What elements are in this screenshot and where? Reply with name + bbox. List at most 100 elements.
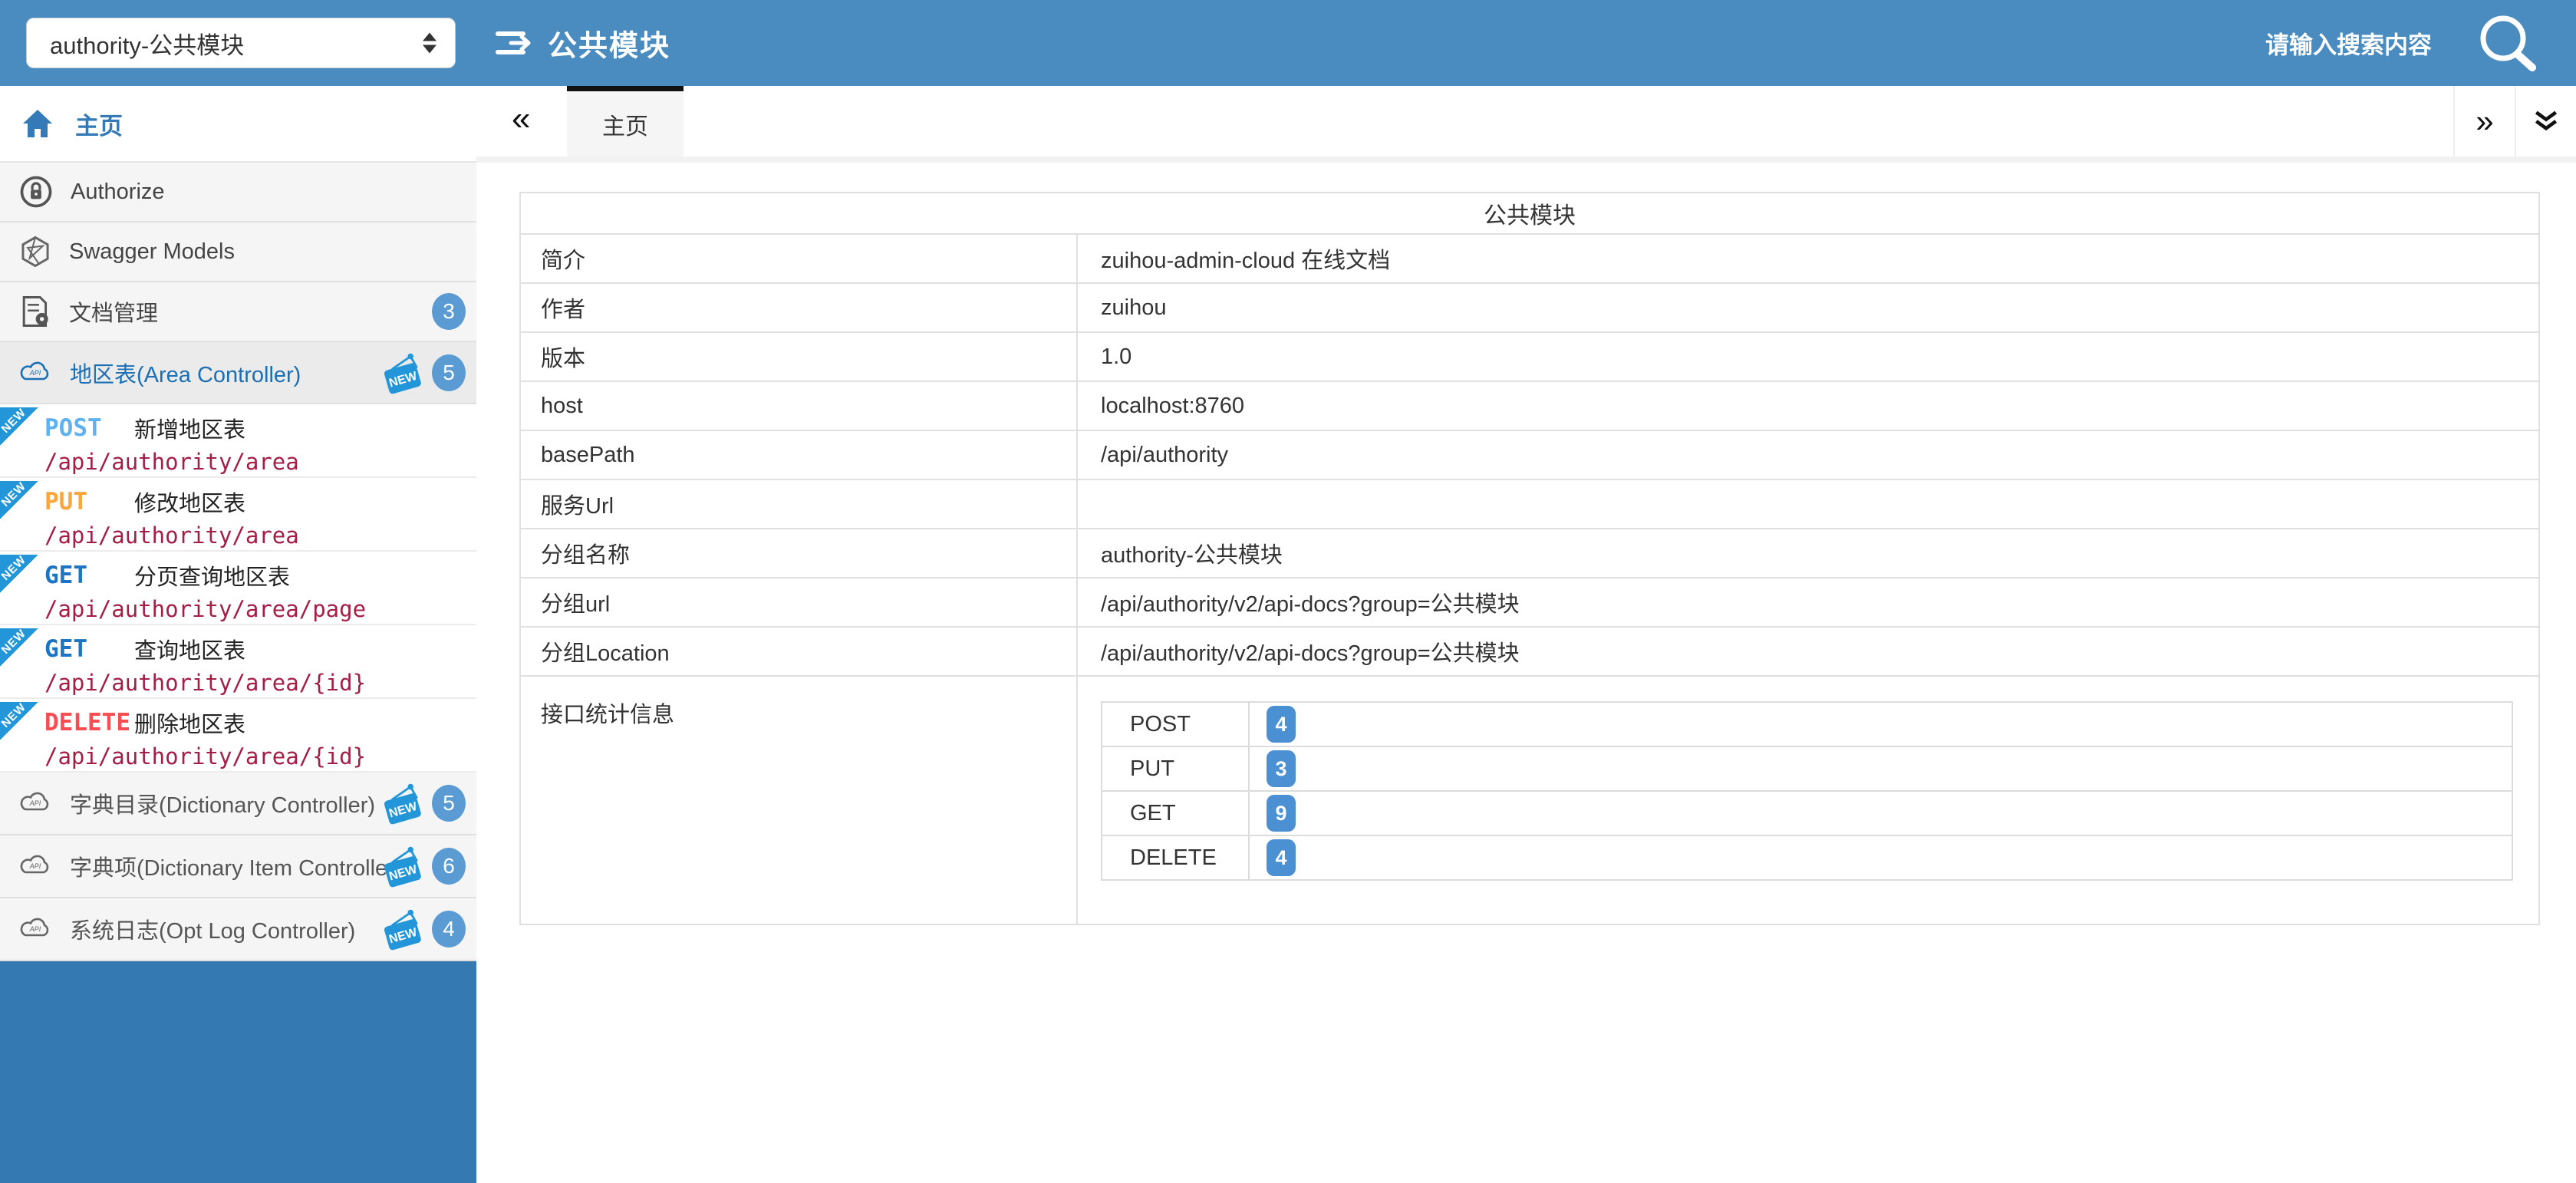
stat-count-badge: 4 [1267, 839, 1296, 876]
api-name: 新增地区表 [134, 412, 245, 444]
api-path: /api/authority/area/{id} [44, 743, 476, 769]
tabs-scroll-right-button[interactable]: » [2453, 86, 2515, 157]
new-sign-badge: NEW [380, 782, 424, 825]
main-content: 公共模块 简介zuihou-admin-cloud 在线文档 作者zuihou … [476, 163, 2576, 1183]
double-chevron-down-icon [2533, 110, 2559, 133]
sidebar-item-authorize[interactable]: Authorize [0, 163, 476, 222]
svg-text:API: API [29, 369, 41, 377]
api-path: /api/authority/area [44, 449, 476, 475]
controller-count-badge: 5 [432, 785, 466, 822]
table-row: 分组Location/api/authority/v2/api-docs?gro… [520, 627, 2539, 676]
search-icon[interactable] [2464, 11, 2548, 75]
sidebar-item-label: 文档管理 [69, 295, 158, 328]
table-row-stats: 接口统计信息 POST 4 PUT 3 GET 9 [520, 676, 2539, 924]
tab-bar: « 主页 » [476, 86, 2576, 163]
sidebar-item-swagger-models[interactable]: Swagger Models [0, 222, 476, 282]
table-row: 简介zuihou-admin-cloud 在线文档 [520, 234, 2539, 283]
top-header-bar: authority-公共模块 公共模块 请输入搜索内容 [0, 0, 2576, 86]
controller-label: 地区表(Area Controller) [70, 357, 301, 389]
new-ribbon-icon: NEW [0, 702, 38, 740]
new-ribbon-icon: NEW [0, 481, 38, 519]
api-path: /api/authority/area/{id} [44, 670, 476, 696]
api-cloud-icon: API [19, 854, 53, 878]
stats-row: DELETE 4 [1102, 835, 2512, 880]
sidebar-item-label: Swagger Models [69, 239, 235, 265]
home-icon [21, 108, 54, 139]
sidebar-item-doc-manage[interactable]: 文档管理 3 [0, 282, 476, 342]
swagger-bootstrap-ui: authority-公共模块 公共模块 请输入搜索内容 主页 [0, 0, 2576, 1183]
group-select[interactable]: authority-公共模块 [26, 18, 456, 68]
doc-gear-icon [20, 295, 51, 328]
new-ribbon-icon: NEW [0, 555, 38, 593]
doc-manage-count-badge: 3 [432, 293, 466, 330]
api-item-delete-area-id[interactable]: NEW DELETE 删除地区表 /api/authority/area/{id… [0, 699, 476, 773]
api-item-post-area[interactable]: NEW POST 新增地区表 /api/authority/area [0, 404, 476, 478]
api-name: 分页查询地区表 [134, 559, 290, 592]
table-row: 分组url/api/authority/v2/api-docs?group=公共… [520, 578, 2539, 627]
new-sign-badge: NEW [380, 351, 424, 394]
table-row: 服务Url [520, 479, 2539, 529]
stats-row: POST 4 [1102, 702, 2512, 746]
module-info-table: 公共模块 简介zuihou-admin-cloud 在线文档 作者zuihou … [519, 192, 2540, 925]
new-sign-badge: NEW [380, 845, 424, 888]
page-title: 公共模块 [548, 22, 670, 64]
api-cloud-icon: API [19, 361, 53, 385]
api-item-put-area[interactable]: NEW PUT 修改地区表 /api/authority/area [0, 478, 476, 552]
hexagon-icon [20, 236, 51, 268]
api-name: 修改地区表 [134, 486, 245, 518]
sidebar-item-label: 主页 [75, 107, 123, 141]
search-placeholder-text[interactable]: 请输入搜索内容 [2265, 26, 2432, 61]
controller-count-badge: 4 [432, 911, 466, 947]
table-row: basePath/api/authority [520, 430, 2539, 479]
stat-count-badge: 4 [1267, 706, 1296, 743]
controller-label: 系统日志(Opt Log Controller) [70, 913, 355, 945]
new-ribbon-icon: NEW [0, 628, 38, 667]
api-list: NEW POST 新增地区表 /api/authority/area NEW P… [0, 404, 476, 773]
table-row: 分组名称authority-公共模块 [520, 529, 2539, 578]
api-item-get-area-id[interactable]: NEW GET 查询地区表 /api/authority/area/{id} [0, 625, 476, 699]
api-name: 删除地区表 [134, 707, 245, 739]
api-method: POST [44, 414, 134, 442]
controller-count-badge: 6 [432, 848, 466, 885]
select-arrows-icon [423, 33, 436, 54]
api-name: 查询地区表 [134, 633, 245, 665]
svg-text:API: API [29, 862, 41, 870]
tab-home[interactable]: 主页 [567, 86, 684, 157]
sidebar-controller-dictionary-item[interactable]: API 字典项(Dictionary Item Controller) NEW … [0, 835, 476, 898]
sidebar-item-home[interactable]: 主页 [0, 86, 476, 163]
sidebar-controller-area[interactable]: API 地区表(Area Controller) NEW 5 [0, 342, 476, 404]
sidebar-controller-dictionary[interactable]: API 字典目录(Dictionary Controller) NEW 5 [0, 773, 476, 835]
sidebar: 主页 Authorize Swagger Models [0, 86, 476, 1183]
controller-label: 字典项(Dictionary Item Controller) [70, 850, 402, 882]
tabs-scroll-left-button[interactable]: « [512, 100, 530, 138]
api-path: /api/authority/area/page [44, 596, 476, 622]
new-sign-badge: NEW [380, 908, 424, 951]
sidebar-item-label: Authorize [71, 180, 165, 205]
api-cloud-icon: API [19, 917, 53, 941]
stat-count-badge: 3 [1267, 750, 1296, 787]
api-cloud-icon: API [19, 791, 53, 816]
svg-text:API: API [29, 799, 41, 807]
module-title: 公共模块 [520, 193, 2539, 234]
api-method: PUT [44, 488, 134, 516]
controller-count-badge: 5 [432, 354, 466, 391]
api-item-get-area-page[interactable]: NEW GET 分页查询地区表 /api/authority/area/page [0, 552, 476, 625]
lock-icon [20, 176, 52, 208]
stats-row: GET 9 [1102, 791, 2512, 835]
api-method: DELETE [44, 709, 134, 736]
api-method: GET [44, 562, 134, 589]
table-row: 作者zuihou [520, 283, 2539, 332]
stat-count-badge: 9 [1267, 795, 1296, 832]
group-select-value: authority-公共模块 [50, 26, 244, 61]
new-ribbon-icon: NEW [0, 407, 38, 446]
svg-text:API: API [29, 925, 41, 933]
api-method: GET [44, 635, 134, 663]
table-row: 版本1.0 [520, 332, 2539, 381]
api-path: /api/authority/area [44, 522, 476, 549]
tabs-menu-button[interactable] [2515, 86, 2576, 157]
api-stats-table: POST 4 PUT 3 GET 9 DELETE [1101, 701, 2513, 881]
stats-label: 接口统计信息 [520, 676, 1077, 924]
menu-toggle-icon[interactable] [496, 26, 531, 64]
sidebar-controller-opt-log[interactable]: API 系统日志(Opt Log Controller) NEW 4 [0, 898, 476, 961]
controller-label: 字典目录(Dictionary Controller) [70, 787, 375, 819]
